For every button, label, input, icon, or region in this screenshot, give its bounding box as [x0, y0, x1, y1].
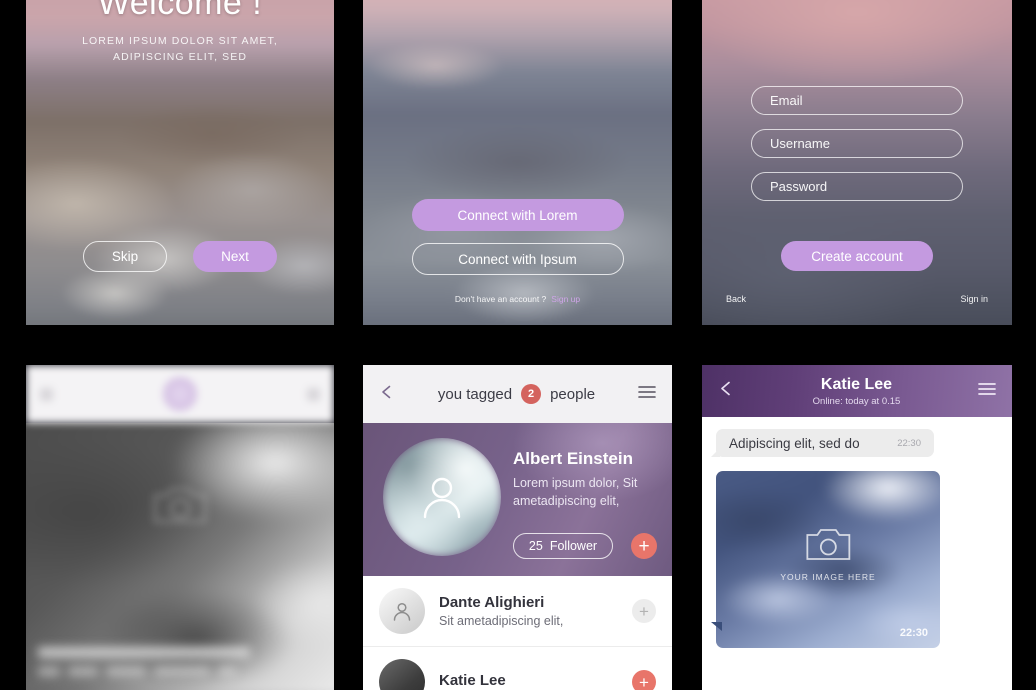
featured-description: Lorem ipsum dolor, Sit ametadipiscing el…	[513, 476, 638, 508]
chat-message-text: Adipiscing elit, sed do	[729, 435, 860, 451]
feed-caption-placeholder	[38, 647, 250, 676]
tagged-text-after: people	[550, 385, 596, 403]
password-field[interactable]: Password	[751, 172, 963, 201]
row-text: Katie Lee	[439, 672, 632, 690]
feed-caption-line	[38, 647, 250, 658]
next-button[interactable]: Next	[193, 241, 277, 272]
feed-action-icon[interactable]	[307, 387, 320, 401]
row-description: Sit ametadipiscing elit,	[439, 614, 564, 628]
sign-up-link[interactable]: Sign up	[551, 294, 580, 304]
tagged-count-badge: 2	[521, 384, 542, 404]
chat-title-block: Katie Lee Online: today at 0.15	[735, 376, 978, 407]
chat-image-time: 22:30	[899, 627, 928, 639]
table-row[interactable]: Dante Alighieri Sit ametadipiscing elit,…	[363, 576, 672, 647]
feed-meta-row	[38, 667, 250, 676]
chat-message-time: 22:30	[897, 437, 921, 449]
person-icon	[383, 438, 501, 556]
add-person-button[interactable]: +	[632, 670, 656, 690]
feed-logo-icon	[163, 377, 197, 411]
image-bubble-tail	[711, 622, 722, 631]
email-field[interactable]: Email	[751, 86, 963, 115]
sign-in-link[interactable]: Sign in	[960, 294, 988, 304]
featured-name: Albert Einstein	[513, 449, 633, 468]
screen-welcome: Welcome ! LOREM IPSUM DOLOR SIT AMET, AD…	[26, 0, 334, 325]
welcome-subtitle-line2: ADIPISCING ELIT, SED	[112, 51, 248, 64]
chat-header: Katie Lee Online: today at 0.15	[702, 365, 1012, 417]
connect-actions: Connect with Lorem Connect with Ipsum	[363, 199, 672, 275]
featured-avatar	[383, 438, 501, 556]
feed-meta-chip	[106, 667, 146, 676]
back-link[interactable]: Back	[726, 294, 746, 304]
screen-tagged-people: you tagged 2 people Albert Einstein Lore…	[363, 365, 672, 690]
username-field[interactable]: Username	[751, 129, 963, 158]
screen-connect: Connect with Lorem Connect with Ipsum Do…	[363, 0, 672, 325]
welcome-subtitle-line1: LOREM IPSUM DOLOR SIT AMET,	[82, 35, 278, 47]
person-icon	[379, 588, 425, 634]
tagged-header-title: you tagged 2 people	[438, 384, 595, 404]
follower-pill[interactable]: 25 Follower	[513, 533, 613, 559]
connect-with-lorem-button[interactable]: Connect with Lorem	[411, 199, 624, 231]
skip-button[interactable]: Skip	[83, 241, 167, 272]
feed-meta-chip	[218, 667, 236, 676]
connect-footer: Don't have an account ? Sign up	[363, 294, 672, 304]
signup-bottom-bar: Back Sign in	[726, 294, 988, 304]
row-text: Dante Alighieri Sit ametadipiscing elit,	[439, 594, 632, 628]
screen-signup: Email Username Password Create account B…	[702, 0, 1012, 325]
feed-meta-chip	[68, 667, 98, 676]
avatar	[379, 588, 425, 634]
connect-background-photo	[363, 0, 672, 325]
follower-label: Follower	[549, 539, 598, 553]
mockup-board: Welcome ! LOREM IPSUM DOLOR SIT AMET, AD…	[0, 0, 1036, 690]
row-name: Katie Lee	[439, 672, 506, 689]
feed-menu-icon[interactable]	[40, 387, 53, 401]
follower-count: 25	[528, 539, 543, 553]
camera-placeholder-icon	[152, 484, 208, 533]
feed-meta-chip	[38, 667, 60, 676]
featured-profile-card: Albert Einstein Lorem ipsum dolor, Sit a…	[363, 423, 672, 576]
camera-icon	[806, 529, 850, 561]
chat-image-caption: YOUR IMAGE HERE	[780, 572, 876, 583]
hamburger-menu-icon[interactable]	[978, 382, 996, 401]
welcome-subtitle: LOREM IPSUM DOLOR SIT AMET, ADIPISCING E…	[26, 33, 334, 66]
connect-with-ipsum-button[interactable]: Connect with Ipsum	[411, 243, 624, 275]
screen-chat: Katie Lee Online: today at 0.15 Adipisci…	[702, 365, 1012, 690]
bubble-tail	[711, 448, 720, 457]
connect-footer-text: Don't have an account ?	[454, 294, 547, 304]
screen-feed	[26, 365, 334, 690]
chat-bubble-image[interactable]: YOUR IMAGE HERE 22:30	[716, 471, 940, 648]
add-featured-button[interactable]: +	[631, 533, 657, 559]
welcome-title: Welcome !	[97, 0, 263, 22]
back-icon[interactable]	[718, 380, 735, 402]
chat-messages: Adipiscing elit, sed do 22:30 YOUR IMAGE…	[702, 417, 1012, 690]
row-name: Dante Alighieri	[439, 594, 545, 611]
welcome-actions: Skip Next	[26, 241, 334, 272]
feed-meta-chip	[154, 667, 210, 676]
chat-status: Online: today at 0.15	[812, 395, 901, 407]
table-row[interactable]: Katie Lee +	[363, 647, 672, 690]
avatar	[379, 659, 425, 690]
signup-submit-wrap: Create account	[702, 241, 1012, 271]
tagged-header: you tagged 2 people	[363, 365, 672, 423]
add-person-button[interactable]: +	[632, 599, 656, 623]
hamburger-menu-icon[interactable]	[638, 385, 656, 404]
chat-image-placeholder: YOUR IMAGE HERE	[780, 526, 875, 582]
welcome-hero: Welcome ! LOREM IPSUM DOLOR SIT AMET, AD…	[26, 0, 334, 66]
chat-bubble-text[interactable]: Adipiscing elit, sed do 22:30	[711, 429, 934, 457]
signup-form: Email Username Password	[702, 86, 1012, 201]
chat-contact-name: Katie Lee	[820, 375, 893, 393]
create-account-button[interactable]: Create account	[781, 241, 933, 271]
back-icon[interactable]	[379, 384, 395, 405]
tagged-text-before: you tagged	[437, 385, 513, 403]
feed-top-bar	[26, 365, 334, 423]
